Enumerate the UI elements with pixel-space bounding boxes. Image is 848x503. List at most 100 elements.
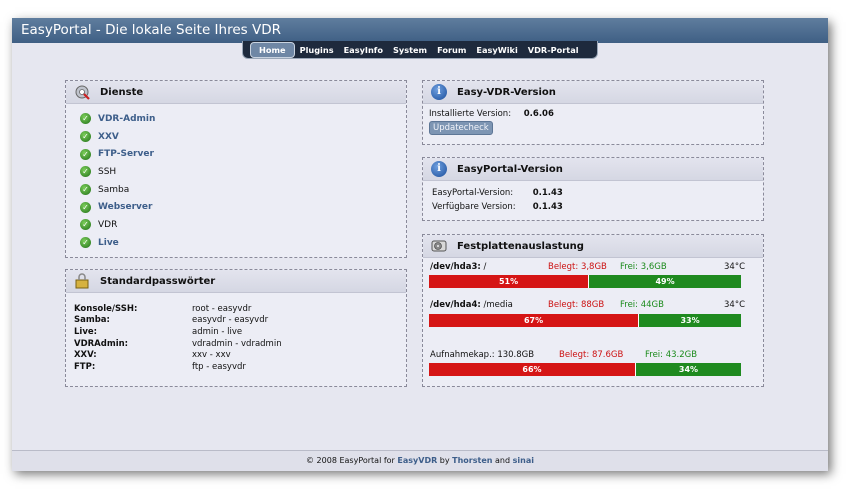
- password-service: VDRAdmin:: [74, 338, 129, 349]
- status-ok-icon: ✓: [80, 201, 91, 213]
- service-name[interactable]: FTP-Server: [98, 149, 154, 159]
- service-item: ✓ VDR: [80, 216, 406, 234]
- page-title: EasyPortal - Die lokale Seite Ihres VDR: [12, 18, 828, 43]
- password-service: XXV:: [74, 350, 97, 361]
- disk-mount: /media: [483, 300, 513, 310]
- services-gear-icon: [75, 85, 90, 100]
- disk-device: /dev/hda3:: [430, 262, 481, 272]
- key-lock-icon: [75, 273, 89, 289]
- info-icon: i: [431, 161, 447, 177]
- disk-temperature: 34°C: [724, 300, 746, 310]
- password-service: Live:: [74, 326, 98, 337]
- disk-free: Frei: 44GB: [620, 300, 664, 310]
- nav-easyinfo[interactable]: EasyInfo: [339, 43, 388, 57]
- status-ok-icon: ✓: [80, 113, 91, 125]
- password-row: FTP: ftp - easyvdr: [74, 361, 282, 373]
- status-ok-icon: ✓: [80, 166, 91, 178]
- footer: © 2008 EasyPortal for EasyVDR by Thorste…: [12, 450, 828, 471]
- easyportal-available-label: Verfügbare Version:: [432, 202, 516, 212]
- service-name[interactable]: VDR-Admin: [98, 114, 155, 124]
- dienste-title: Dienste: [100, 86, 144, 98]
- password-credentials: vdradmin - vdradmin: [192, 338, 282, 349]
- recording-capacity-bar: 66% 34%: [429, 363, 741, 376]
- services-list: ✓ VDR-Admin ✓ XXV ✓ FTP-Server ✓ SSH ✓ Samba ✓ Webs…: [66, 104, 406, 252]
- easyvdr-link[interactable]: EasyVDR: [397, 456, 437, 465]
- easyportal-title: EasyPortal-Version: [457, 163, 563, 175]
- status-ok-icon: ✓: [80, 184, 91, 196]
- nav-easywiki[interactable]: EasyWiki: [471, 43, 522, 57]
- password-credentials: xxv - xxv: [192, 350, 231, 361]
- status-ok-icon: ✓: [80, 148, 91, 160]
- service-item[interactable]: ✓ FTP-Server: [80, 145, 406, 163]
- installed-version-label: Installierte Version:: [429, 109, 512, 119]
- passwords-panel: Standardpasswörter Konsole/SSH: root - ea…: [65, 269, 407, 387]
- disk-used: Belegt: 3,8GB: [548, 262, 607, 272]
- nav-forum[interactable]: Forum: [432, 43, 471, 57]
- password-credentials: easyvdr - easyvdr: [192, 315, 269, 326]
- disk-mount: /: [483, 262, 487, 272]
- password-credentials: ftp - easyvdr: [192, 361, 246, 372]
- easyportal-version-panel: i EasyPortal-Version EasyPortal-Version:…: [422, 157, 764, 221]
- nav-plugins[interactable]: Plugins: [295, 43, 339, 57]
- disk-usage-panel: Festplattenauslastung /dev/hda3: / Beleg…: [422, 234, 764, 387]
- easyvdr-title: Easy-VDR-Version: [457, 86, 556, 98]
- password-row: Live: admin - live: [74, 326, 282, 338]
- status-ok-icon: ✓: [80, 237, 91, 249]
- password-service: FTP:: [74, 361, 96, 372]
- password-service: Samba:: [74, 315, 110, 326]
- service-item: ✓ SSH: [80, 163, 406, 181]
- nav-home[interactable]: Home: [250, 41, 295, 58]
- password-credentials: root - easyvdr: [192, 303, 252, 314]
- hard-disk-icon: [431, 240, 447, 252]
- info-icon: i: [431, 84, 447, 100]
- status-ok-icon: ✓: [80, 219, 91, 231]
- installed-version-value: 0.6.06: [523, 109, 554, 119]
- service-name[interactable]: Live: [98, 238, 119, 248]
- recording-free: Frei: 43.2GB: [645, 350, 698, 360]
- password-service: Konsole/SSH:: [74, 303, 138, 314]
- service-name: SSH: [98, 166, 117, 177]
- disk-hda3-info: /dev/hda3: /: [430, 262, 486, 272]
- free-bar: 33%: [638, 314, 741, 327]
- nav-system[interactable]: System: [388, 43, 432, 57]
- password-row: VDRAdmin: vdradmin - vdradmin: [74, 338, 282, 350]
- easyportal-available-value: 0.1.43: [532, 202, 563, 212]
- disk-usage-title: Festplattenauslastung: [457, 240, 584, 252]
- main-nav: Home Plugins EasyInfo System Forum EasyW…: [242, 41, 598, 59]
- author-thorsten-link[interactable]: Thorsten: [452, 456, 492, 465]
- passwords-title: Standardpasswörter: [100, 275, 216, 287]
- service-item[interactable]: ✓ XXV: [80, 128, 406, 146]
- password-row: Samba: easyvdr - easyvdr: [74, 315, 282, 327]
- service-name: Samba: [98, 184, 130, 195]
- author-sinai-link[interactable]: sinai: [513, 456, 534, 465]
- service-name: VDR: [98, 219, 118, 230]
- easyportal-current-value: 0.1.43: [532, 188, 563, 198]
- free-bar: 49%: [588, 275, 741, 288]
- recording-used: Belegt: 87.6GB: [559, 350, 624, 360]
- free-bar: 34%: [634, 363, 741, 376]
- service-item[interactable]: ✓ VDR-Admin: [80, 110, 406, 128]
- service-name[interactable]: XXV: [98, 132, 119, 142]
- disk-used: Belegt: 88GB: [548, 300, 605, 310]
- disk-free: Frei: 3,6GB: [620, 262, 667, 272]
- service-item: ✓ Samba: [80, 181, 406, 199]
- easyvdr-version-panel: i Easy-VDR-Version Installierte Version:…: [422, 80, 764, 145]
- updatecheck-button[interactable]: Updatecheck: [429, 121, 493, 135]
- dienste-panel: Dienste ✓ VDR-Admin ✓ XXV ✓ FTP-Server ✓ SSH ✓ Sa…: [65, 80, 407, 258]
- nav-vdr-portal[interactable]: VDR-Portal: [523, 43, 584, 57]
- service-item[interactable]: ✓ Live: [80, 234, 406, 252]
- disk-hda4-info: /dev/hda4: /media: [430, 300, 513, 310]
- service-item[interactable]: ✓ Webserver: [80, 198, 406, 216]
- disk-hda3-bar: 51% 49%: [429, 275, 741, 288]
- service-name[interactable]: Webserver: [98, 202, 152, 212]
- recording-capacity-label: Aufnahmekap.: 130.8GB: [430, 350, 535, 360]
- browser-window: EasyPortal - Die lokale Seite Ihres VDR …: [12, 18, 828, 471]
- disk-device: /dev/hda4:: [430, 300, 481, 310]
- disk-temperature: 34°C: [724, 262, 746, 272]
- easyportal-current-label: EasyPortal-Version:: [432, 188, 514, 198]
- password-row: Konsole/SSH: root - easyvdr: [74, 303, 282, 315]
- used-bar: 66%: [429, 363, 635, 376]
- used-bar: 67%: [429, 314, 639, 327]
- password-credentials: admin - live: [192, 326, 243, 337]
- password-row: XXV: xxv - xxv: [74, 349, 282, 361]
